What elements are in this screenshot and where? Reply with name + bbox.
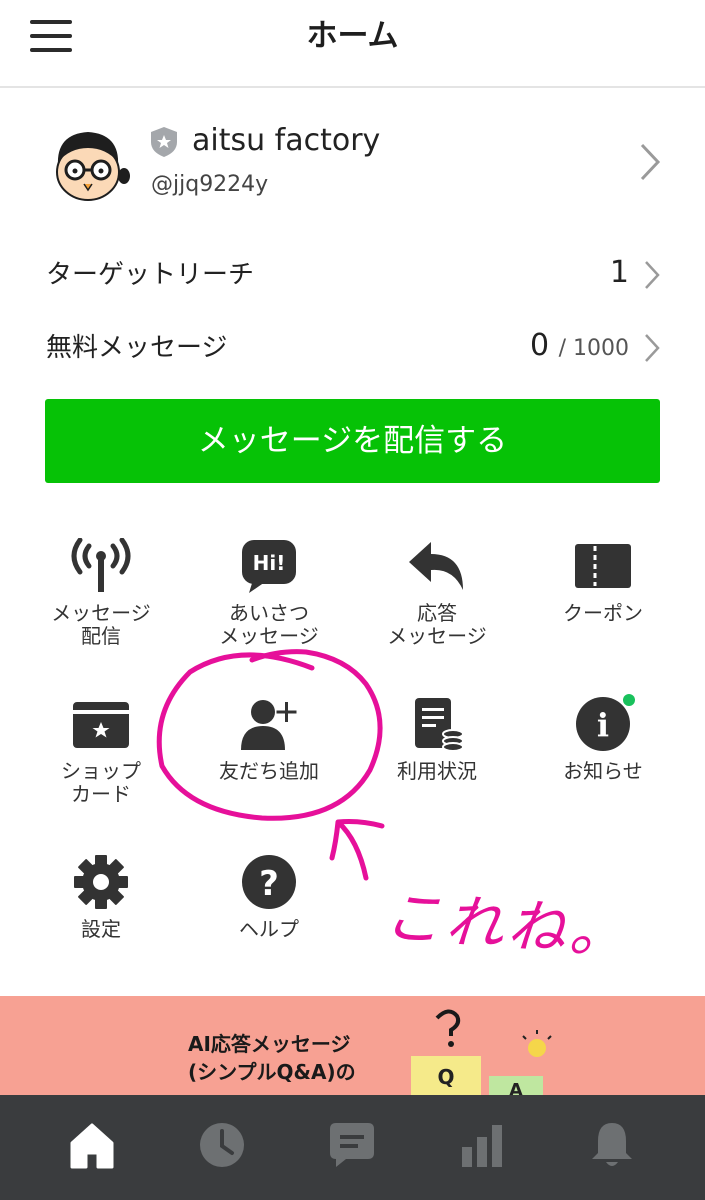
chevron-right-icon bbox=[645, 261, 660, 289]
free-messages-label: 無料メッセージ bbox=[46, 333, 228, 363]
tile-label: お知らせ bbox=[563, 759, 643, 783]
hi-speech-bubble-icon: Hi! bbox=[242, 540, 296, 593]
bar-chart-icon[interactable] bbox=[452, 1115, 512, 1175]
notice-badge bbox=[623, 694, 635, 706]
reply-arrow-icon bbox=[409, 542, 463, 590]
target-reach-row[interactable]: ターゲットリーチ 1 bbox=[0, 245, 705, 305]
chevron-right-icon bbox=[640, 143, 661, 181]
target-reach-value: 1 bbox=[609, 255, 629, 290]
free-messages-row[interactable]: 無料メッセージ 0 / 1000 bbox=[0, 318, 705, 378]
tile-label: あいさつ メッセージ bbox=[219, 601, 319, 648]
annotation-text: これね。 bbox=[381, 882, 634, 968]
shield-star-icon bbox=[151, 127, 177, 157]
send-message-button[interactable]: メッセージを配信する bbox=[45, 399, 660, 483]
tile-label: ヘルプ bbox=[239, 917, 299, 941]
svg-text:Q: Q bbox=[437, 1065, 454, 1089]
account-profile[interactable]: aitsu factory @jjq9224y bbox=[0, 112, 705, 217]
tile-label: 応答 メッセージ bbox=[387, 601, 487, 648]
tile-help[interactable]: ? ヘルプ bbox=[184, 854, 354, 941]
svg-text:A: A bbox=[509, 1080, 523, 1096]
chat-icon[interactable] bbox=[322, 1115, 382, 1175]
hi-text: Hi! bbox=[253, 551, 286, 575]
shop-card-icon bbox=[73, 702, 129, 748]
tile-label: クーポン bbox=[563, 601, 643, 625]
account-name: aitsu factory bbox=[192, 123, 381, 158]
gear-icon bbox=[74, 855, 128, 909]
tile-coupon[interactable]: クーポン bbox=[518, 538, 688, 625]
tile-notifications[interactable]: i お知らせ bbox=[518, 694, 688, 783]
tile-label: メッセージ 配信 bbox=[51, 601, 151, 648]
account-id: @jjq9224y bbox=[151, 172, 269, 197]
info-text: i bbox=[597, 706, 609, 744]
home-icon[interactable] bbox=[62, 1115, 122, 1175]
chevron-right-icon bbox=[645, 334, 660, 362]
tile-label: 友だち追加 bbox=[219, 759, 319, 783]
app-header: ホーム bbox=[0, 0, 705, 88]
avatar bbox=[56, 132, 130, 201]
tile-greeting-message[interactable]: Hi! あいさつ メッセージ bbox=[184, 538, 354, 648]
page-title: ホーム bbox=[306, 18, 399, 54]
broadcast-antenna-icon bbox=[71, 538, 131, 592]
coupon-ticket-icon bbox=[575, 544, 631, 588]
usage-report-icon bbox=[415, 698, 464, 752]
tile-settings[interactable]: 設定 bbox=[16, 854, 186, 941]
tile-auto-reply[interactable]: 応答 メッセージ bbox=[352, 538, 522, 648]
help-circle-icon: ? bbox=[242, 855, 296, 909]
free-messages-limit: / 1000 bbox=[558, 336, 629, 361]
target-reach-label: ターゲットリーチ bbox=[46, 260, 255, 290]
bell-icon[interactable] bbox=[582, 1115, 642, 1175]
banner-text: AI応答メッセージ (シンプルQ&A)の bbox=[188, 1032, 356, 1084]
clock-icon[interactable] bbox=[192, 1115, 252, 1175]
bottom-navigation bbox=[0, 1095, 705, 1200]
promo-banner[interactable]: AI応答メッセージ (シンプルQ&A)の Q A bbox=[0, 996, 705, 1096]
tile-message-broadcast[interactable]: メッセージ 配信 bbox=[16, 538, 186, 648]
tile-label: ショップ カード bbox=[61, 759, 141, 806]
tile-label: 設定 bbox=[81, 917, 121, 941]
add-user-icon bbox=[241, 700, 297, 750]
free-messages-value: 0 / 1000 bbox=[529, 328, 629, 363]
tile-label: 利用状況 bbox=[397, 759, 477, 783]
tile-shop-card[interactable]: ショップ カード bbox=[16, 696, 186, 806]
tile-usage-status[interactable]: 利用状況 bbox=[352, 696, 522, 783]
tile-add-friends[interactable]: 友だち追加 bbox=[184, 696, 354, 783]
qa-illustration-icon: Q A bbox=[411, 1009, 552, 1096]
help-text: ? bbox=[259, 864, 279, 904]
